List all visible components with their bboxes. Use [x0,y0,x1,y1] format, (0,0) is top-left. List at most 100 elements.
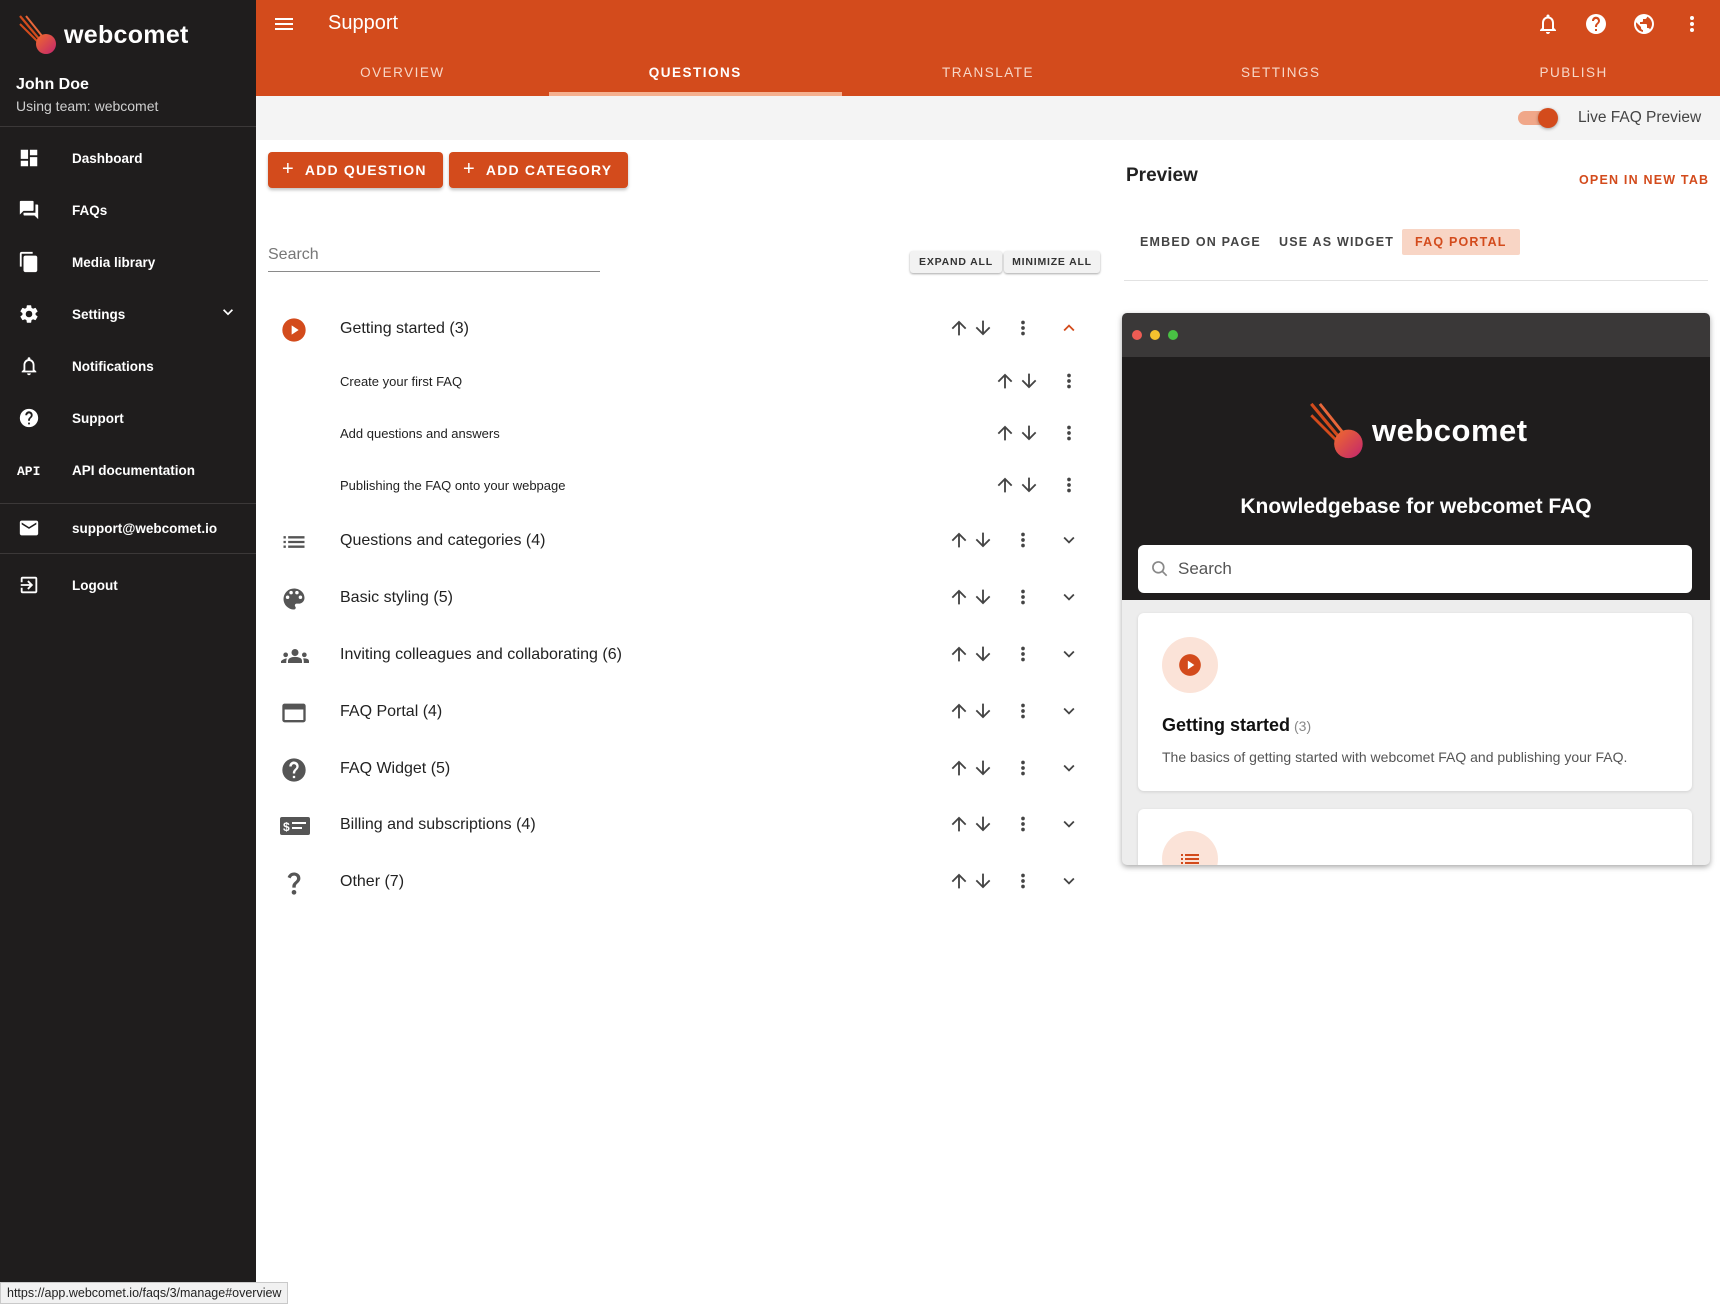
question-row[interactable]: Publishing the FAQ onto your webpage [268,462,1088,510]
list-icon [280,528,308,556]
brand-logo[interactable]: webcomet [18,12,189,58]
move-up-icon[interactable] [994,370,1018,394]
move-down-icon[interactable] [972,317,996,341]
more-vert-icon[interactable] [1012,586,1036,610]
move-down-icon[interactable] [972,529,996,553]
chevron-down-icon[interactable] [1058,586,1082,610]
more-vert-icon[interactable] [1058,370,1082,394]
preview-divider [1124,280,1708,281]
help-icon[interactable] [1584,12,1608,36]
chevron-up-icon[interactable] [1058,317,1082,341]
more-vert-icon[interactable] [1012,700,1036,724]
chevron-down-icon[interactable] [1058,529,1082,553]
category-row[interactable]: Questions and categories (4) [268,517,1088,565]
minimize-all-button[interactable]: MINIMIZE ALL [1004,251,1100,273]
question-title: Publishing the FAQ onto your webpage [340,478,566,493]
add-question-button[interactable]: + ADD QUESTION [268,152,443,188]
preview-tab-portal[interactable]: FAQ PORTAL [1402,229,1520,255]
portal-category-card[interactable] [1138,809,1692,865]
chevron-down-icon[interactable] [1058,870,1082,894]
palette-icon [280,585,308,613]
sidebar-item-label: Support [72,410,124,426]
chevron-down-icon[interactable] [1058,757,1082,781]
category-row[interactable]: FAQ Portal (4) [268,688,1088,736]
expand-all-button[interactable]: EXPAND ALL [910,251,1002,273]
search-input[interactable] [268,240,600,264]
sidebar-item-dashboard[interactable]: Dashboard [0,136,256,180]
move-up-icon[interactable] [948,870,972,894]
sidebar-item-email[interactable]: support@webcomet.io [0,506,256,550]
chevron-down-icon[interactable] [218,302,238,327]
tab-overview[interactable]: OVERVIEW [256,48,549,96]
globe-icon[interactable] [1632,12,1656,36]
tab-settings[interactable]: SETTINGS [1134,48,1427,96]
billing-icon: $ [280,812,310,840]
category-row[interactable]: Other (7) [268,858,1088,906]
more-vert-icon[interactable] [1012,870,1036,894]
move-up-icon[interactable] [994,422,1018,446]
more-vert-icon[interactable] [1012,529,1036,553]
sidebar-item-notifications[interactable]: Notifications [0,344,256,388]
category-row[interactable]: Basic styling (5) [268,574,1088,622]
question-row[interactable]: Add questions and answers [268,410,1088,458]
live-preview-toggle[interactable] [1518,108,1558,128]
open-in-new-tab-link[interactable]: OPEN IN NEW TAB [1579,173,1709,187]
bell-icon[interactable] [1536,12,1560,36]
preview-tab-widget[interactable]: USE AS WIDGET [1266,229,1407,255]
move-up-icon[interactable] [948,643,972,667]
question-row[interactable]: Create your first FAQ [268,358,1088,406]
sidebar-item-support[interactable]: Support [0,396,256,440]
chevron-down-icon[interactable] [1058,813,1082,837]
bell-icon [16,353,42,379]
sidebar-item-media-library[interactable]: Media library [0,240,256,284]
more-vert-icon[interactable] [1058,422,1082,446]
move-up-icon[interactable] [948,813,972,837]
category-row[interactable]: FAQ Widget (5) [268,745,1088,793]
move-down-icon[interactable] [972,700,996,724]
sidebar-item-faqs[interactable]: FAQs [0,188,256,232]
more-vert-icon[interactable] [1012,757,1036,781]
more-vert-icon[interactable] [1680,12,1704,36]
tab-questions[interactable]: QUESTIONS [548,48,842,96]
more-vert-icon[interactable] [1012,317,1036,341]
portal-search-input[interactable] [1178,559,1658,579]
menu-icon[interactable] [272,12,296,36]
move-up-icon[interactable] [948,757,972,781]
move-up-icon[interactable] [948,317,972,341]
preview-tab-embed[interactable]: EMBED ON PAGE [1127,229,1274,255]
move-up-icon[interactable] [948,529,972,553]
sidebar-item-settings[interactable]: Settings [0,292,256,336]
sidebar-item-logout[interactable]: Logout [0,563,256,607]
move-down-icon[interactable] [1018,370,1042,394]
move-down-icon[interactable] [972,586,996,610]
move-down-icon[interactable] [972,870,996,894]
move-down-icon[interactable] [1018,474,1042,498]
chevron-down-icon[interactable] [1058,643,1082,667]
logout-icon [16,572,42,598]
move-up-icon[interactable] [948,586,972,610]
chevron-down-icon[interactable] [1058,700,1082,724]
app-bar: Support [256,0,1720,48]
tab-publish[interactable]: PUBLISH [1427,48,1720,96]
more-vert-icon[interactable] [1058,474,1082,498]
move-down-icon[interactable] [1018,422,1042,446]
portal-search-field[interactable] [1138,545,1692,593]
category-row[interactable]: Getting started (3) [268,305,1088,353]
sidebar-item-api-documentation[interactable]: API API documentation [0,448,256,492]
more-vert-icon[interactable] [1012,643,1036,667]
search-field[interactable] [268,240,600,272]
more-vert-icon[interactable] [1012,813,1036,837]
move-up-icon[interactable] [948,700,972,724]
live-preview-label: Live FAQ Preview [1578,109,1702,126]
preview-title: Preview [1126,165,1198,186]
category-row[interactable]: Inviting colleagues and collaborating (6… [268,631,1088,679]
category-row[interactable]: $ Billing and subscriptions (4) [268,801,1088,849]
move-up-icon[interactable] [994,474,1018,498]
move-down-icon[interactable] [972,757,996,781]
move-down-icon[interactable] [972,643,996,667]
user-info: John Doe Using team: webcomet [16,76,158,114]
add-category-button[interactable]: + ADD CATEGORY [449,152,629,188]
tab-translate[interactable]: TRANSLATE [842,48,1135,96]
move-down-icon[interactable] [972,813,996,837]
portal-category-card[interactable]: Getting started (3) The basics of getting… [1138,613,1692,791]
